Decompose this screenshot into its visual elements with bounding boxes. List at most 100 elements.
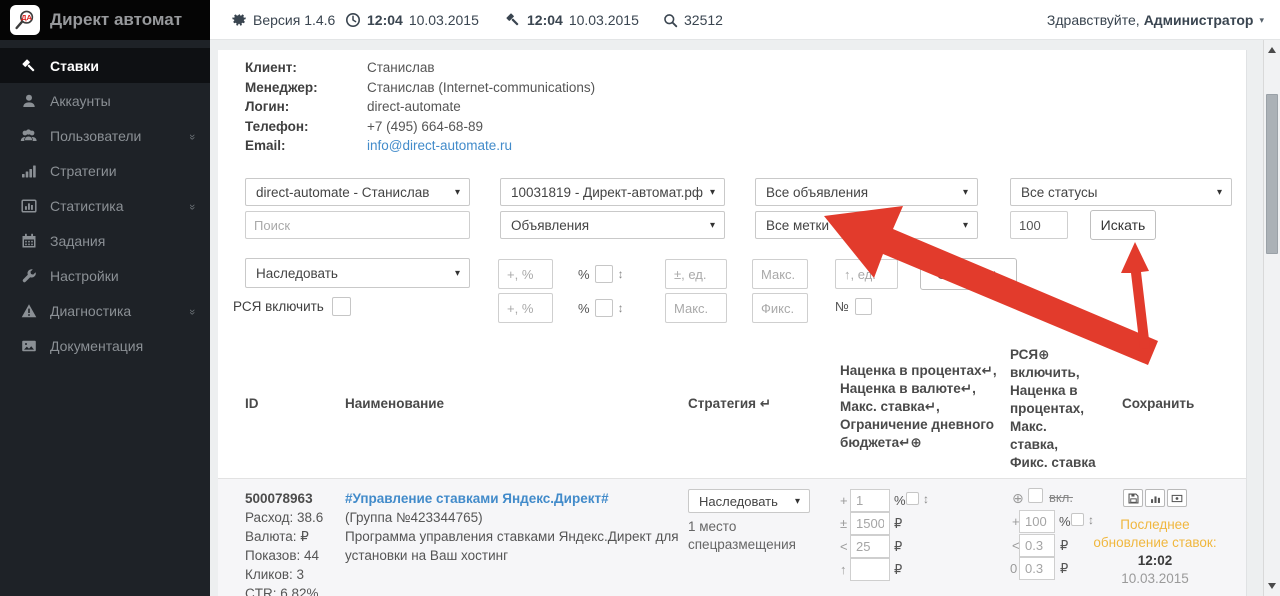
- sidebar-item-users[interactable]: Пользователи »: [0, 118, 210, 153]
- bid-prefix: <: [840, 539, 848, 554]
- rsya-max-input[interactable]: [1019, 534, 1055, 557]
- bid-prefix: ↑: [840, 562, 847, 577]
- wrench-icon: [20, 267, 37, 284]
- search-input[interactable]: [245, 211, 470, 239]
- sidebar-item-strategies[interactable]: Стратегии: [0, 153, 210, 188]
- sidebar-nav: Ставки Аккаунты Пользователи » Стратегии…: [0, 40, 210, 596]
- sidebar-item-label: Ставки: [50, 58, 99, 74]
- ads-filter-select[interactable]: Все объявления▾: [755, 178, 978, 206]
- rsya-percent-input[interactable]: [1019, 510, 1055, 533]
- sidebar-item-statistics[interactable]: Статистика »: [0, 188, 210, 223]
- bid-max-input[interactable]: [850, 535, 890, 558]
- bulk-max-input[interactable]: [752, 259, 808, 289]
- sidebar-item-label: Статистика: [50, 198, 124, 214]
- labels-select[interactable]: Все метки▾: [755, 211, 978, 239]
- rsya-percent-checkbox[interactable]: [1071, 513, 1084, 526]
- sidebar-item-label: Стратегии: [50, 163, 117, 179]
- bulk-plus-percent-input[interactable]: [498, 259, 553, 289]
- up-down-arrow-icon: ↕: [618, 301, 624, 315]
- bulk-percent-checkbox[interactable]: [595, 265, 613, 283]
- bulk-rsya-max-input[interactable]: [665, 293, 727, 323]
- vertical-scrollbar[interactable]: [1263, 40, 1280, 596]
- chevron-expand-icon: »: [186, 308, 198, 312]
- phone-label: Телефон:: [245, 117, 367, 137]
- sidebar-item-label: Аккаунты: [50, 93, 111, 109]
- row-name-cell: #Управление ставками Яндекс.Директ# (Гру…: [345, 489, 695, 565]
- sidebar-item-tasks[interactable]: Задания: [0, 223, 210, 258]
- limit-input[interactable]: [1010, 211, 1068, 239]
- bids-time: 12:04: [527, 12, 563, 28]
- rsya-enable-checkbox[interactable]: [332, 297, 351, 316]
- sidebar-item-settings[interactable]: Настройки: [0, 258, 210, 293]
- campaign-select[interactable]: 10031819 - Директ-автомат.рф▾: [500, 178, 725, 206]
- search-button[interactable]: Искать: [1090, 210, 1156, 240]
- number-group: №: [835, 295, 872, 317]
- chart-icon: [20, 197, 37, 214]
- sidebar-item-label: Диагностика: [50, 303, 131, 319]
- last-update-block: Последнее обновление ставок: 12:02 10.03…: [1085, 516, 1225, 588]
- col-header-id: ID: [245, 396, 259, 411]
- number-checkbox[interactable]: [855, 298, 872, 315]
- top-header: ДА Директ автомат Версия 1.4.6 12:04 10.…: [0, 0, 1280, 40]
- row-money-button[interactable]: [1167, 489, 1187, 507]
- save-row-button[interactable]: [1123, 489, 1143, 507]
- bulk-fix-input[interactable]: [752, 293, 808, 323]
- gavel-icon: [505, 12, 521, 28]
- bid-prefix: +: [840, 493, 848, 508]
- bulk-rsya-plus-percent-input[interactable]: [498, 293, 553, 323]
- rsya-enable-group: РСЯ включить: [233, 294, 351, 318]
- version-label: Версия 1.4.6: [253, 12, 335, 28]
- app-logo[interactable]: ДА Директ автомат: [0, 0, 210, 40]
- picture-icon: [20, 337, 37, 354]
- gear-icon: [232, 13, 247, 28]
- bid-budget-input[interactable]: [850, 512, 890, 535]
- app-title: Директ автомат: [50, 10, 182, 30]
- ruble-suffix: ₽: [894, 562, 902, 578]
- row-description: Программа управления ставками Яндекс.Дир…: [345, 527, 695, 565]
- up-down-arrow-icon: ↕: [618, 267, 624, 281]
- entity-type-select[interactable]: Объявления▾: [500, 211, 725, 239]
- col-header-save: Сохранить: [1122, 396, 1194, 411]
- percent-suffix: %: [1059, 514, 1071, 529]
- bulk-up-units-input[interactable]: [835, 259, 898, 289]
- bid-raise-input[interactable]: [850, 558, 890, 581]
- account-select[interactable]: direct-automate - Станислав▾: [245, 178, 470, 206]
- manager-label: Менеджер:: [245, 78, 367, 98]
- bid-prefix: 0: [1010, 561, 1017, 576]
- sidebar-item-diagnostics[interactable]: Диагностика »: [0, 293, 210, 328]
- bulk-strategy-select[interactable]: Наследовать▾: [245, 258, 470, 288]
- bid-suffix: %: [894, 493, 906, 508]
- bid-percent-checkbox[interactable]: [906, 492, 919, 505]
- caret-down-icon: ▾: [455, 268, 460, 279]
- scrollbar-thumb[interactable]: [1266, 94, 1278, 254]
- status-select[interactable]: Все статусы▾: [1010, 178, 1232, 206]
- sidebar-item-bids[interactable]: Ставки: [0, 48, 210, 83]
- bulk-percent-group: % ↕: [578, 259, 624, 289]
- bulk-pm-units-input[interactable]: [665, 259, 727, 289]
- scroll-up-arrow-icon[interactable]: [1268, 47, 1276, 53]
- row-statistics-button[interactable]: [1145, 489, 1165, 507]
- row-strategy-select[interactable]: Наследовать▾: [688, 489, 810, 513]
- sidebar-item-documentation[interactable]: Документация: [0, 328, 210, 363]
- sidebar-item-accounts[interactable]: Аккаунты: [0, 83, 210, 118]
- col-header-markup: Наценка в процентах↵, Наценка в валюте↵,…: [840, 362, 1020, 452]
- sidebar-item-label: Задания: [50, 233, 105, 249]
- scroll-down-arrow-icon[interactable]: [1268, 583, 1276, 589]
- greeting-text: Здравствуйте,: [1047, 12, 1140, 28]
- floppy-icon: [1128, 493, 1139, 504]
- caret-down-icon: ▾: [710, 187, 715, 198]
- row-rsya-checkbox[interactable]: [1028, 488, 1043, 503]
- rsya-fix-input[interactable]: [1019, 557, 1055, 580]
- chevron-down-icon: ▾: [1259, 15, 1264, 26]
- bid-percent-input[interactable]: [850, 489, 890, 512]
- bulk-update-button[interactable]: Обновить: [920, 258, 1017, 290]
- email-link[interactable]: info@direct-automate.ru: [367, 138, 512, 153]
- percent-label: %: [578, 267, 590, 282]
- ruble-suffix: ₽: [1060, 561, 1068, 577]
- number-label: №: [835, 299, 849, 314]
- campaign-link[interactable]: #Управление ставками Яндекс.Директ#: [345, 491, 609, 506]
- user-menu[interactable]: Здравствуйте, Администратор ▾: [1047, 0, 1264, 40]
- caret-down-icon: ▾: [963, 220, 968, 231]
- bulk-rsya-percent-checkbox[interactable]: [595, 299, 613, 317]
- rsya-on-label: вкл.: [1049, 490, 1073, 505]
